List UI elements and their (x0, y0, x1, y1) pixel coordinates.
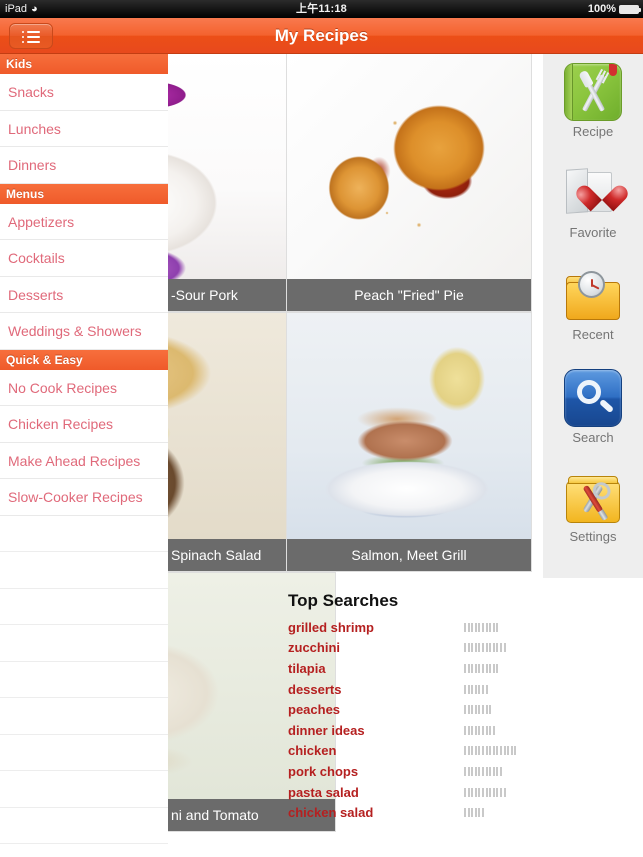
rail-item-settings[interactable]: Settings (543, 468, 643, 544)
search-term-label: grilled shrimp (288, 619, 374, 635)
app-root: iPad ◕ 上午11:18 100% My Recipes Kids Snack… (0, 0, 643, 857)
search-term-label: pork chops (288, 763, 359, 779)
search-term-row[interactable]: pasta salad (288, 782, 543, 803)
recipe-photo (287, 313, 531, 539)
sidebar-item-dinners[interactable]: Dinners (0, 147, 168, 184)
favorite-heart-folder-icon (564, 164, 622, 222)
rail-item-favorite[interactable]: Favorite (543, 164, 643, 240)
rail-label: Favorite (569, 225, 617, 240)
sidebar-item-cocktails[interactable]: Cocktails (0, 240, 168, 277)
search-count-bars (464, 725, 495, 735)
rail-item-recipe[interactable]: Recipe (543, 63, 643, 139)
recipe-title: Peach "Fried" Pie (287, 279, 531, 311)
settings-tools-folder-icon (564, 468, 622, 526)
sidebar-empty-row (0, 661, 168, 698)
sidebar-empty-row (0, 552, 168, 589)
search-term-row[interactable]: chicken salad (288, 802, 543, 823)
search-term-label: chicken salad (288, 805, 374, 821)
search-term-label: peaches (288, 702, 341, 718)
navigation-bar: My Recipes (0, 18, 643, 54)
list-menu-icon (22, 31, 42, 43)
recipe-card[interactable]: Salmon, Meet Grill (286, 312, 532, 572)
top-searches-list: grilled shrimp zucchini tilapia desserts pea… (288, 617, 543, 823)
sidebar-item-snacks[interactable]: Snacks (0, 74, 168, 111)
search-term-row[interactable]: dinner ideas (288, 720, 543, 741)
search-term-row[interactable]: chicken (288, 741, 543, 762)
search-term-label: tilapia (288, 660, 326, 676)
search-count-bars (464, 808, 484, 818)
sidebar-section-header: Quick & Easy (0, 349, 168, 370)
search-count-bars (464, 705, 492, 715)
rail-label: Settings (569, 529, 617, 544)
search-count-bars (464, 787, 506, 797)
sidebar-empty-row (0, 515, 168, 552)
sidebar-item-lunches[interactable]: Lunches (0, 111, 168, 147)
search-term-label: dinner ideas (288, 722, 365, 738)
sidebar-item-no-cook-recipes[interactable]: No Cook Recipes (0, 370, 168, 406)
sidebar-section-header: Menus (0, 183, 168, 204)
search-term-label: chicken (288, 743, 337, 759)
category-sidebar[interactable]: Kids Snacks Lunches Dinners Menus Appetizers C… (0, 54, 168, 857)
search-term-label: desserts (288, 681, 342, 697)
recipe-card[interactable]: Peach "Fried" Pie (286, 54, 532, 312)
sidebar-item-make-ahead-recipes[interactable]: Make Ahead Recipes (0, 443, 168, 479)
status-bar-clock: 上午11:18 (296, 3, 347, 15)
menu-button[interactable] (9, 23, 53, 49)
sidebar-section-header: Kids (0, 54, 168, 74)
shortcut-rail: Recipe Favorite Recent Search Settings (543, 54, 643, 578)
search-count-bars (464, 663, 499, 673)
search-count-bars (464, 684, 488, 694)
sidebar-item-slow-cooker-recipes[interactable]: Slow-Cooker Recipes (0, 479, 168, 516)
search-term-row[interactable]: desserts (288, 679, 543, 700)
recipe-grid: -Sour Pork Peach "Fried" Pie Spinach Sal… (168, 54, 543, 857)
sidebar-item-weddings-showers[interactable]: Weddings & Showers (0, 313, 168, 350)
page-title: My Recipes (274, 26, 369, 45)
search-term-row[interactable]: peaches (288, 699, 543, 720)
sidebar-item-appetizers[interactable]: Appetizers (0, 204, 168, 240)
search-count-bars (464, 622, 499, 632)
rail-label: Recent (572, 327, 614, 342)
recipe-title: Salmon, Meet Grill (287, 539, 531, 571)
search-term-row[interactable]: tilapia (288, 658, 543, 679)
sidebar-empty-row (0, 771, 168, 808)
rail-label: Search (572, 430, 614, 445)
status-bar-right: 100% (587, 0, 641, 18)
battery-full-icon (619, 4, 641, 14)
top-searches-heading: Top Searches (288, 591, 399, 610)
sidebar-empty-row (0, 625, 168, 662)
sidebar-empty-row (0, 588, 168, 625)
top-searches-panel: Top Searches grilled shrimp zucchini tilap… (288, 591, 543, 823)
search-term-label: pasta salad (288, 784, 359, 800)
sidebar-empty-row (0, 698, 168, 735)
recipe-book-icon (564, 63, 622, 121)
search-term-row[interactable]: pork chops (288, 761, 543, 782)
sidebar-empty-row (0, 807, 168, 844)
search-count-bars (464, 643, 506, 653)
search-term-label: zucchini (288, 640, 341, 656)
rail-item-search[interactable]: Search (543, 369, 643, 445)
battery-percent-label: 100% (587, 3, 616, 15)
search-term-row[interactable]: grilled shrimp (288, 617, 543, 638)
search-count-bars (464, 746, 517, 756)
recipe-photo (287, 54, 531, 279)
sidebar-empty-row (0, 734, 168, 771)
status-bar: iPad ◕ 上午11:18 100% (0, 0, 643, 18)
sidebar-item-desserts[interactable]: Desserts (0, 277, 168, 313)
rail-item-recent[interactable]: Recent (543, 266, 643, 342)
search-term-row[interactable]: zucchini (288, 638, 543, 659)
rail-label: Recipe (572, 124, 614, 139)
search-magnifier-icon (564, 369, 622, 427)
sidebar-item-chicken-recipes[interactable]: Chicken Recipes (0, 406, 168, 443)
recent-clock-folder-icon (564, 266, 622, 324)
search-count-bars (464, 766, 502, 776)
